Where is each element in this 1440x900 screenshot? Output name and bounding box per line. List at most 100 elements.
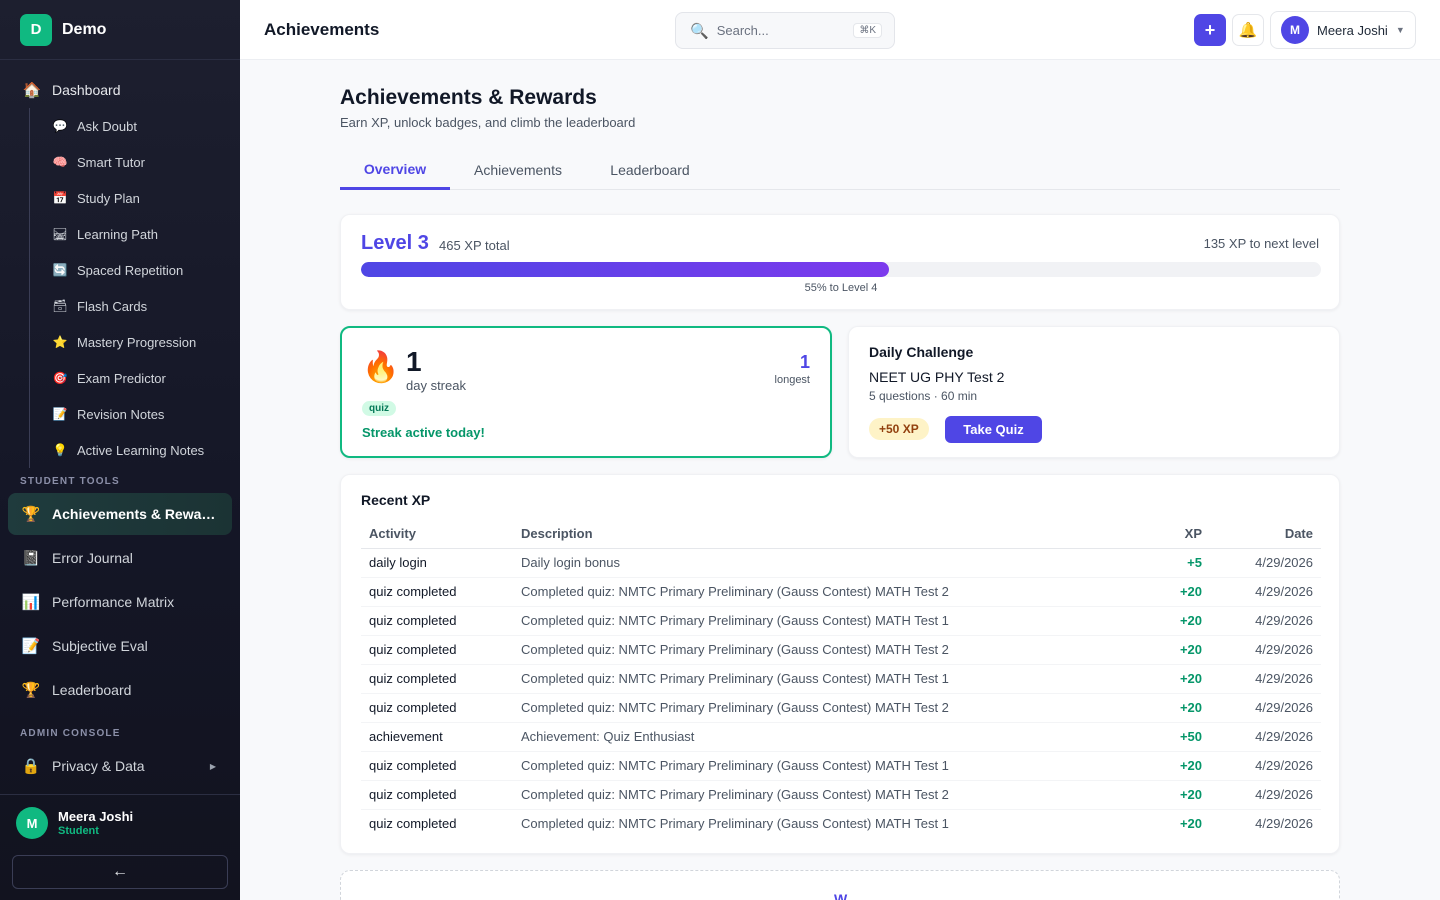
sidebar-item-label: Achievements & Rewards	[52, 506, 220, 522]
sidebar-item-label: Learning Path	[77, 226, 158, 242]
search-box[interactable]: 🔍 ⌘K	[675, 12, 895, 49]
xp-cell: +20	[1154, 751, 1210, 781]
activity-cell: quiz completed	[361, 664, 513, 694]
level-progress-fill	[361, 262, 889, 277]
sidebar-item-dashboard[interactable]: 🏠 Dashboard	[12, 72, 228, 108]
sidebar-item-active-learning-notes[interactable]: 💡 Active Learning Notes	[30, 432, 228, 468]
card-box-icon: 🗃	[52, 299, 68, 313]
brand-logo: D	[20, 13, 52, 46]
streak-count: 1	[406, 346, 422, 377]
level-title: Level 3	[361, 232, 429, 254]
sidebar-item-achievements[interactable]: 🏆 Achievements & Rewards	[8, 493, 232, 535]
sidebar-item-ask-doubt[interactable]: 💬 Ask Doubt	[30, 108, 228, 144]
table-row: quiz completed Completed quiz: NMTC Prima…	[361, 577, 1321, 607]
sidebar-item-study-plan[interactable]: 📅 Study Plan	[30, 180, 228, 216]
sidebar-item-exam-predictor[interactable]: 🎯 Exam Predictor	[30, 360, 228, 396]
target-icon: 🎯	[52, 371, 68, 385]
sidebar-item-leaderboard[interactable]: 🏆 Leaderboard	[8, 669, 232, 711]
memo-icon: 📝	[21, 638, 41, 655]
tab-leaderboard[interactable]: Leaderboard	[586, 150, 714, 189]
date-cell: 4/29/2026	[1210, 635, 1321, 665]
sidebar-item-mastery-progression[interactable]: ⭐ Mastery Progression	[30, 324, 228, 360]
add-button[interactable]: +	[1194, 14, 1226, 46]
top-bar: Achievements 🔍 ⌘K + 🔔 M Meera Joshi ▼	[240, 0, 1440, 60]
table-row: achievement Achievement: Quiz Enthusiast +…	[361, 722, 1321, 752]
sidebar-item-error-journal[interactable]: 📓 Error Journal	[8, 537, 232, 579]
recent-xp-table: Activity Description XP Date daily login…	[361, 519, 1321, 838]
brand[interactable]: D Demo	[0, 0, 240, 60]
tab-achievements[interactable]: Achievements	[450, 150, 586, 189]
next-section-card: W	[340, 870, 1340, 900]
sidebar-item-spaced-repetition[interactable]: 🔄 Spaced Repetition	[30, 252, 228, 288]
level-next-xp: 135 XP to next level	[1203, 236, 1319, 251]
table-row: quiz completed Completed quiz: NMTC Prima…	[361, 606, 1321, 636]
arrow-left-icon: ←	[112, 863, 128, 880]
level-total-xp: 465 XP total	[439, 238, 510, 253]
bar-chart-icon: 📊	[21, 594, 41, 611]
streak-label: day streak	[406, 378, 466, 393]
trophy-icon: 🏆	[21, 682, 41, 699]
longest-streak-count: 1	[799, 352, 810, 372]
sidebar-item-label: Dashboard	[52, 82, 121, 98]
level-progress-bar	[361, 262, 1321, 277]
page-subtitle: Earn XP, unlock badges, and climb the le…	[340, 115, 636, 130]
activity-cell: quiz completed	[361, 606, 513, 636]
activity-cell: achievement	[361, 722, 513, 752]
trophy-icon: 🏆	[21, 506, 41, 523]
challenge-meta: 5 questions · 60 min	[869, 389, 978, 403]
activity-cell: quiz completed	[361, 751, 513, 781]
activity-cell: quiz completed	[361, 577, 513, 607]
user-menu[interactable]: M Meera Joshi ▼	[1270, 11, 1416, 49]
column-header-date: Date	[1210, 519, 1321, 549]
plus-icon: +	[1204, 19, 1216, 40]
collapse-sidebar-button[interactable]: ←	[12, 855, 228, 889]
description-cell: Achievement: Quiz Enthusiast	[513, 722, 1155, 752]
repeat-icon: 🔄	[52, 263, 68, 277]
sidebar-item-learning-path[interactable]: 🛤 Learning Path	[30, 216, 228, 252]
table-row: quiz completed Completed quiz: NMTC Prima…	[361, 693, 1321, 723]
sidebar-item-label: Active Learning Notes	[77, 442, 205, 458]
date-cell: 4/29/2026	[1210, 606, 1321, 636]
sidebar-item-privacy-data[interactable]: 🔒 Privacy & Data ▶	[8, 745, 232, 787]
description-cell: Daily login bonus	[513, 548, 1155, 578]
keyboard-shortcut-hint: ⌘K	[853, 23, 882, 38]
tab-overview[interactable]: Overview	[340, 150, 450, 190]
column-header-activity: Activity	[361, 519, 513, 549]
xp-cell: +20	[1154, 606, 1210, 636]
description-cell: Completed quiz: NMTC Primary Preliminary…	[513, 577, 1155, 607]
challenge-xp-badge: +50 XP	[869, 418, 929, 440]
sidebar-item-label: Flash Cards	[77, 298, 148, 314]
longest-streak-label: longest	[774, 374, 810, 386]
description-cell: Completed quiz: NMTC Primary Preliminary…	[513, 780, 1155, 810]
sidebar-item-flash-cards[interactable]: 🗃 Flash Cards	[30, 288, 228, 324]
notifications-button[interactable]: 🔔	[1232, 14, 1264, 46]
sidebar-item-subjective-eval[interactable]: 📝 Subjective Eval	[8, 625, 232, 667]
sidebar-item-smart-tutor[interactable]: 🧠 Smart Tutor	[30, 144, 228, 180]
activity-cell: quiz completed	[361, 693, 513, 723]
house-icon: 🏠	[22, 82, 42, 99]
search-input[interactable]	[716, 23, 837, 38]
sidebar-item-revision-notes[interactable]: 📝 Revision Notes	[30, 396, 228, 432]
sidebar-item-label: Error Journal	[52, 550, 133, 566]
xp-cell: +20	[1154, 664, 1210, 694]
sidebar-item-label: Privacy & Data	[52, 758, 145, 774]
sidebar-item-label: Ask Doubt	[77, 118, 137, 134]
speech-bubble-icon: 💬	[52, 119, 68, 133]
sidebar-item-label: Spaced Repetition	[77, 262, 184, 278]
description-cell: Completed quiz: NMTC Primary Preliminary…	[521, 816, 949, 832]
sidebar-item-performance-matrix[interactable]: 📊 Performance Matrix	[8, 581, 232, 623]
table-header-row: Activity Description XP Date	[361, 519, 1321, 549]
avatar: M	[1281, 16, 1309, 44]
sidebar-user-footer: M Meera Joshi Student ←	[0, 794, 240, 900]
take-quiz-button[interactable]: Take Quiz	[945, 416, 1042, 443]
brand-name: Demo	[62, 20, 107, 38]
section-label-admin-console: ADMIN CONSOLE	[20, 728, 121, 739]
chevron-down-icon: ▼	[1395, 25, 1405, 35]
description-cell: Completed quiz: NMTC Primary Preliminary…	[513, 751, 1155, 781]
sidebar-item-label: Mastery Progression	[77, 334, 197, 350]
user-role: Student	[58, 825, 99, 837]
user-name: Meera Joshi	[58, 809, 134, 824]
avatar[interactable]: M	[16, 807, 48, 839]
star-icon: ⭐	[52, 335, 68, 349]
challenge-title: NEET UG PHY Test 2	[869, 369, 1005, 385]
